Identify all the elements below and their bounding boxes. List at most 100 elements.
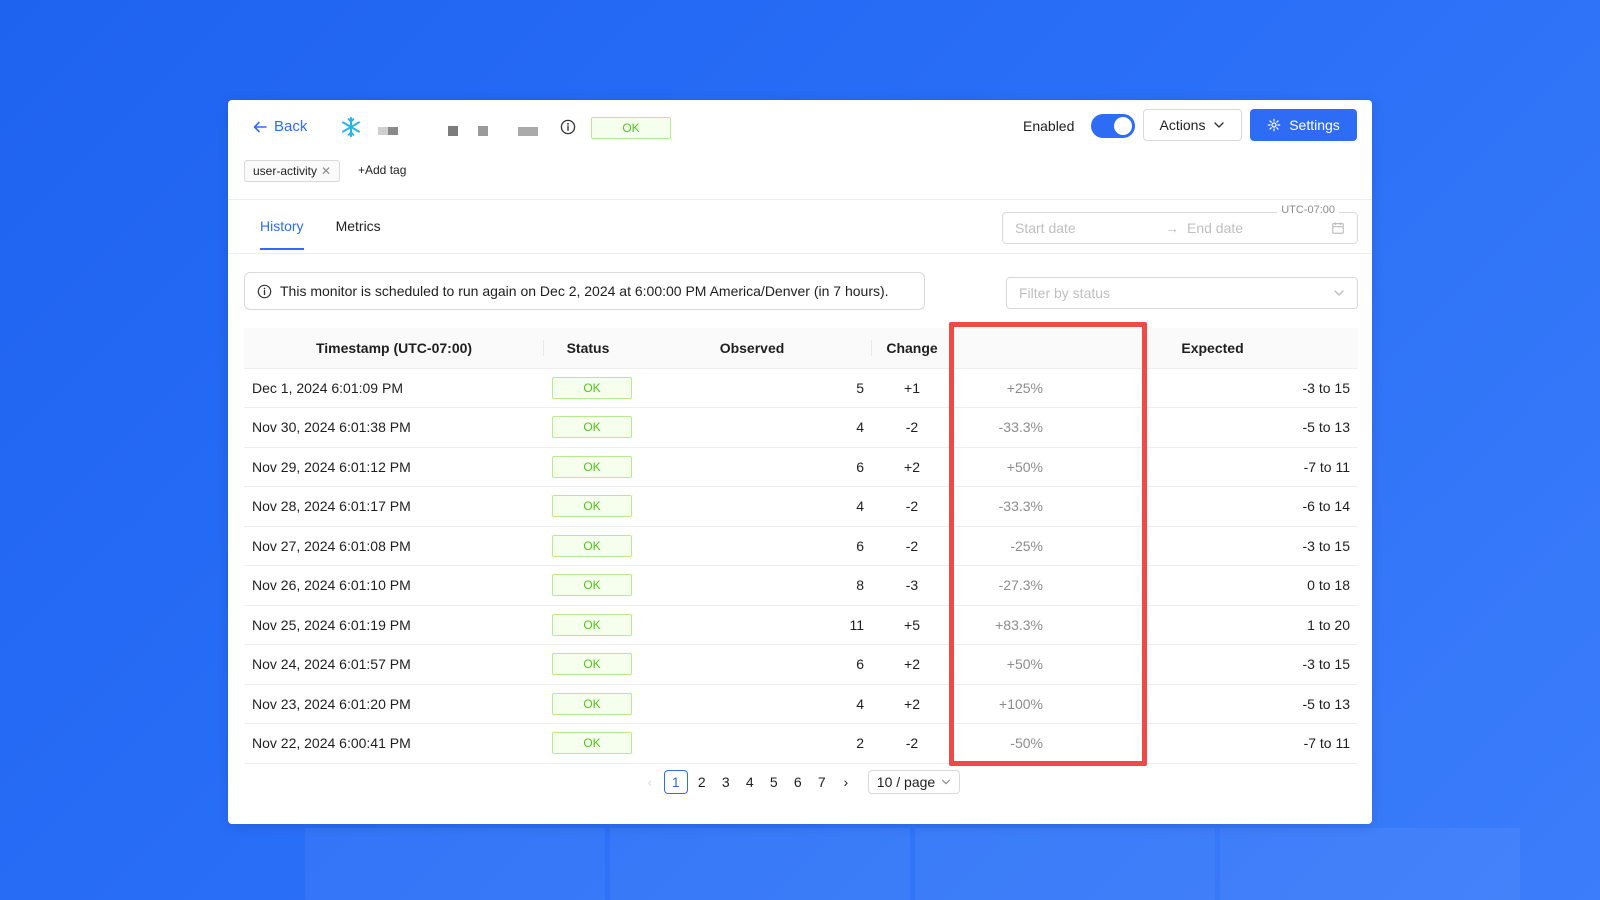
- table-row: Nov 29, 2024 6:01:12 PM OK 6 +2 +50% -7 to 11: [244, 447, 1358, 487]
- status-badge: OK: [552, 732, 632, 755]
- status-badge: OK: [552, 416, 632, 439]
- chevron-down-icon: [1214, 122, 1225, 128]
- table-row: Nov 27, 2024 6:01:08 PM OK 6 -2 -25% -3 to 15: [244, 526, 1358, 566]
- monitor-panel: Back OK Enabled Actions Settings user-ac…: [228, 100, 1372, 824]
- end-date-input[interactable]: End date: [1187, 220, 1331, 236]
- pagination: ‹ 1 2 3 4 5 6 7 › 10 / page: [228, 770, 1372, 794]
- timestamp-cell: Nov 28, 2024 6:01:17 PM: [244, 486, 544, 527]
- chevron-down-icon: [942, 779, 951, 785]
- timestamp-cell: Nov 23, 2024 6:01:20 PM: [244, 684, 544, 724]
- expected-cell: -5 to 13: [1067, 684, 1358, 724]
- change-cell: -2: [872, 723, 952, 764]
- close-icon[interactable]: ✕: [321, 164, 331, 178]
- redacted-title: [378, 127, 388, 135]
- arrow-left-icon: [253, 121, 267, 132]
- change-pct-cell: +100%: [952, 684, 1067, 724]
- status-cell: OK: [544, 486, 632, 527]
- status-badge: OK: [552, 495, 632, 518]
- change-pct-cell: +25%: [952, 368, 1067, 408]
- monitor-header: Back OK Enabled Actions Settings user-ac…: [228, 100, 1372, 200]
- status-cell: OK: [544, 565, 632, 606]
- table-row: Nov 26, 2024 6:01:10 PM OK 8 -3 -27.3% 0 to 1…: [244, 565, 1358, 606]
- status-badge: OK: [552, 692, 632, 715]
- history-table: Timestamp (UTC-07:00) Status Observed Ch…: [244, 328, 1358, 764]
- page-5[interactable]: 5: [764, 770, 784, 794]
- timestamp-cell: Nov 25, 2024 6:01:19 PM: [244, 605, 544, 645]
- background-block: [610, 828, 910, 900]
- page-4[interactable]: 4: [740, 770, 760, 794]
- header-change-pct: [952, 328, 1067, 369]
- snowflake-icon: [342, 116, 360, 138]
- table-row: Nov 28, 2024 6:01:17 PM OK 4 -2 -33.3% -6 to …: [244, 486, 1358, 527]
- enabled-toggle[interactable]: [1091, 114, 1135, 138]
- observed-cell: 11: [632, 605, 872, 645]
- change-cell: -2: [872, 486, 952, 527]
- change-pct-cell: +83.3%: [952, 605, 1067, 645]
- change-cell: +2: [872, 644, 952, 685]
- status-badge: OK: [552, 574, 632, 597]
- actions-button[interactable]: Actions: [1143, 109, 1242, 141]
- page-7[interactable]: 7: [812, 770, 832, 794]
- timestamp-cell: Nov 26, 2024 6:01:10 PM: [244, 565, 544, 606]
- tab-metrics[interactable]: Metrics: [336, 218, 381, 250]
- notice-text: This monitor is scheduled to run again o…: [280, 283, 889, 299]
- expected-cell: -5 to 13: [1067, 407, 1358, 448]
- info-icon: [257, 284, 272, 298]
- background-block: [305, 828, 605, 900]
- observed-cell: 6: [632, 644, 872, 685]
- chevron-left-icon[interactable]: ‹: [640, 770, 660, 794]
- status-cell: OK: [544, 723, 632, 764]
- expected-cell: -6 to 14: [1067, 486, 1358, 527]
- table-row: Nov 25, 2024 6:01:19 PM OK 11 +5 +83.3% 1 to …: [244, 605, 1358, 645]
- page-2[interactable]: 2: [692, 770, 712, 794]
- date-range-picker[interactable]: UTC-07:00 Start date → End date: [1002, 204, 1358, 244]
- expected-cell: -7 to 11: [1067, 447, 1358, 487]
- table-row: Dec 1, 2024 6:01:09 PM OK 5 +1 +25% -3 to 15: [244, 368, 1358, 408]
- timestamp-cell: Nov 22, 2024 6:00:41 PM: [244, 723, 544, 764]
- add-tag-button[interactable]: +Add tag: [358, 163, 406, 177]
- page-6[interactable]: 6: [788, 770, 808, 794]
- start-date-input[interactable]: Start date: [1015, 220, 1165, 236]
- table-row: Nov 30, 2024 6:01:38 PM OK 4 -2 -33.3% -5 to …: [244, 407, 1358, 448]
- observed-cell: 6: [632, 447, 872, 487]
- toggle-knob: [1114, 117, 1132, 135]
- page-3[interactable]: 3: [716, 770, 736, 794]
- page-size-select[interactable]: 10 / page: [867, 770, 961, 794]
- status-badge: OK: [552, 613, 632, 636]
- status-cell: OK: [544, 526, 632, 566]
- page-1[interactable]: 1: [663, 770, 688, 794]
- back-button[interactable]: Back: [252, 118, 307, 135]
- background-block: [915, 828, 1215, 900]
- table-header-row: Timestamp (UTC-07:00) Status Observed Ch…: [244, 328, 1358, 369]
- header-observed: Observed: [632, 328, 872, 369]
- status-badge: OK: [552, 653, 632, 676]
- timestamp-cell: Nov 30, 2024 6:01:38 PM: [244, 407, 544, 448]
- redacted-title: [388, 127, 398, 135]
- change-pct-cell: -25%: [952, 526, 1067, 566]
- redacted-title: [518, 127, 538, 136]
- change-cell: -3: [872, 565, 952, 606]
- observed-cell: 4: [632, 684, 872, 724]
- observed-cell: 6: [632, 526, 872, 566]
- status-filter-select[interactable]: Filter by status: [1006, 277, 1358, 309]
- status-cell: OK: [544, 644, 632, 685]
- expected-cell: -3 to 15: [1067, 526, 1358, 566]
- change-pct-cell: -33.3%: [952, 486, 1067, 527]
- arrow-right-icon: →: [1165, 220, 1179, 236]
- change-pct-cell: +50%: [952, 644, 1067, 685]
- background-block: [1220, 828, 1520, 900]
- enabled-label: Enabled: [1023, 118, 1075, 134]
- settings-label: Settings: [1289, 117, 1340, 133]
- tab-history[interactable]: History: [260, 218, 304, 250]
- change-cell: +5: [872, 605, 952, 645]
- info-icon[interactable]: [560, 119, 576, 135]
- chevron-right-icon[interactable]: ›: [836, 770, 856, 794]
- change-pct-cell: -50%: [952, 723, 1067, 764]
- gear-icon: [1267, 118, 1281, 132]
- header-timestamp: Timestamp (UTC-07:00): [244, 328, 544, 369]
- page-size-label: 10 / page: [876, 774, 936, 790]
- settings-button[interactable]: Settings: [1250, 109, 1357, 141]
- expected-cell: -3 to 15: [1067, 368, 1358, 408]
- status-cell: OK: [544, 605, 632, 645]
- header-change: Change: [872, 328, 952, 369]
